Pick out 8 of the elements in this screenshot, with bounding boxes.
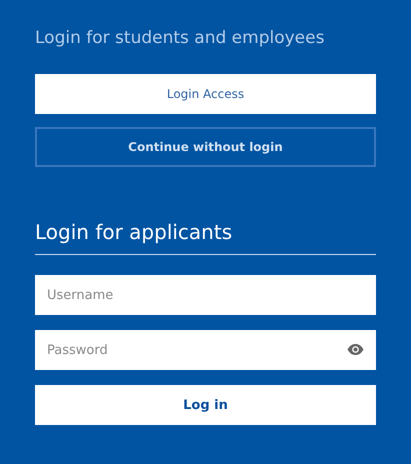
username-field[interactable]: Username — [35, 275, 376, 315]
password-field[interactable]: Password — [35, 330, 376, 370]
login-access-button[interactable]: Login Access — [35, 74, 376, 114]
section-title: Login for students and employees — [35, 28, 326, 50]
login-button[interactable]: Log in — [35, 385, 376, 425]
section-title: Login for applicants — [35, 220, 234, 246]
continue-button[interactable]: Continue without login — [35, 127, 376, 167]
eye-icon[interactable] — [347, 344, 364, 355]
